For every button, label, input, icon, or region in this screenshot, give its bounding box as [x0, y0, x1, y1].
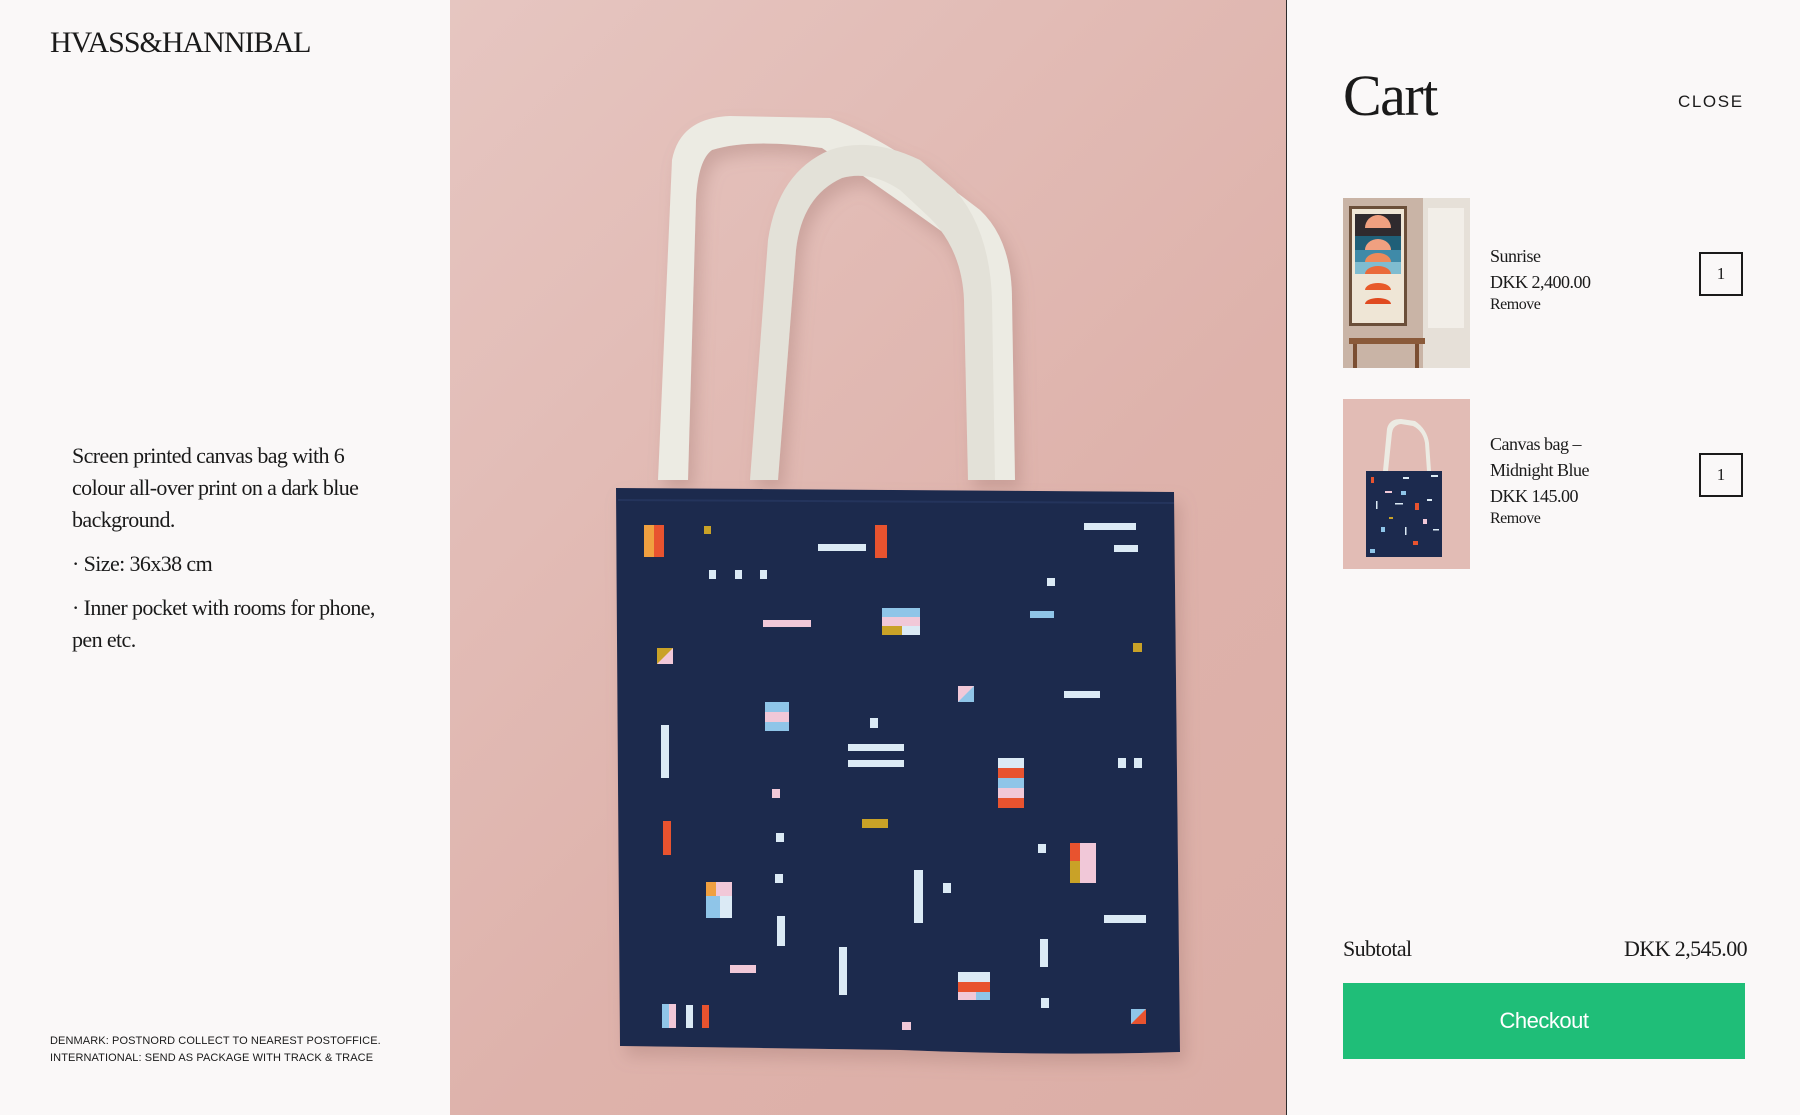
product-image	[450, 0, 1286, 1115]
cart-item-name[interactable]: Canvas bag – Midnight Blue	[1490, 431, 1610, 483]
description-pocket: · Inner pocket with rooms for phone, pen…	[72, 595, 375, 652]
quantity-input[interactable]: 1	[1699, 252, 1743, 296]
subtotal-label: Subtotal	[1343, 936, 1412, 961]
shipping-denmark: DENMARK: POSTNORD COLLECT TO NEAREST POS…	[50, 1035, 381, 1047]
product-description: Screen printed canvas bag with 6 colour …	[72, 440, 382, 668]
shipping-info: DENMARK: POSTNORD COLLECT TO NEAREST POS…	[50, 1033, 381, 1067]
canvas-bag-thumbnail[interactable]	[1343, 399, 1470, 569]
cart-title: Cart	[1343, 63, 1438, 128]
product-info-panel: HVASS&HANNIBAL Screen printed canvas bag…	[0, 0, 450, 1115]
subtotal-value: DKK 2,545.00	[1624, 936, 1748, 961]
cart-item-details: Sunrise DKK 2,400.00 Remove	[1490, 243, 1591, 315]
cart-item-name[interactable]: Sunrise	[1490, 243, 1591, 269]
shipping-international: INTERNATIONAL: SEND AS PACKAGE WITH TRAC…	[50, 1052, 374, 1064]
remove-button[interactable]: Remove	[1490, 295, 1591, 315]
quantity-input[interactable]: 1	[1699, 453, 1743, 497]
description-size: · Size: 36x38 cm	[72, 551, 213, 576]
bag-body	[616, 488, 1180, 1054]
cart-drawer: Cart CLOSE Sunrise DKK 2,400.00 Remove 1…	[1286, 0, 1800, 1115]
cart-item: Canvas bag – Midnight Blue DKK 145.00 Re…	[1343, 399, 1755, 569]
checkout-button[interactable]: Checkout	[1343, 983, 1745, 1059]
cart-item-details: Canvas bag – Midnight Blue DKK 145.00 Re…	[1490, 431, 1610, 529]
cart-item-price: DKK 2,400.00	[1490, 272, 1591, 292]
remove-button[interactable]: Remove	[1490, 509, 1610, 529]
sunrise-print-image	[1343, 198, 1470, 368]
sunrise-thumbnail[interactable]	[1343, 198, 1470, 368]
cart-item: Sunrise DKK 2,400.00 Remove 1	[1343, 198, 1755, 368]
cart-item-price: DKK 145.00	[1490, 486, 1579, 506]
close-button[interactable]: CLOSE	[1678, 92, 1744, 112]
canvas-bag-image	[1343, 399, 1470, 569]
tote-bag-illustration	[616, 116, 1180, 1054]
brand-logo[interactable]: HVASS&HANNIBAL	[50, 26, 311, 60]
description-paragraph: Screen printed canvas bag with 6 colour …	[72, 443, 359, 532]
bag-straps	[658, 116, 1015, 480]
